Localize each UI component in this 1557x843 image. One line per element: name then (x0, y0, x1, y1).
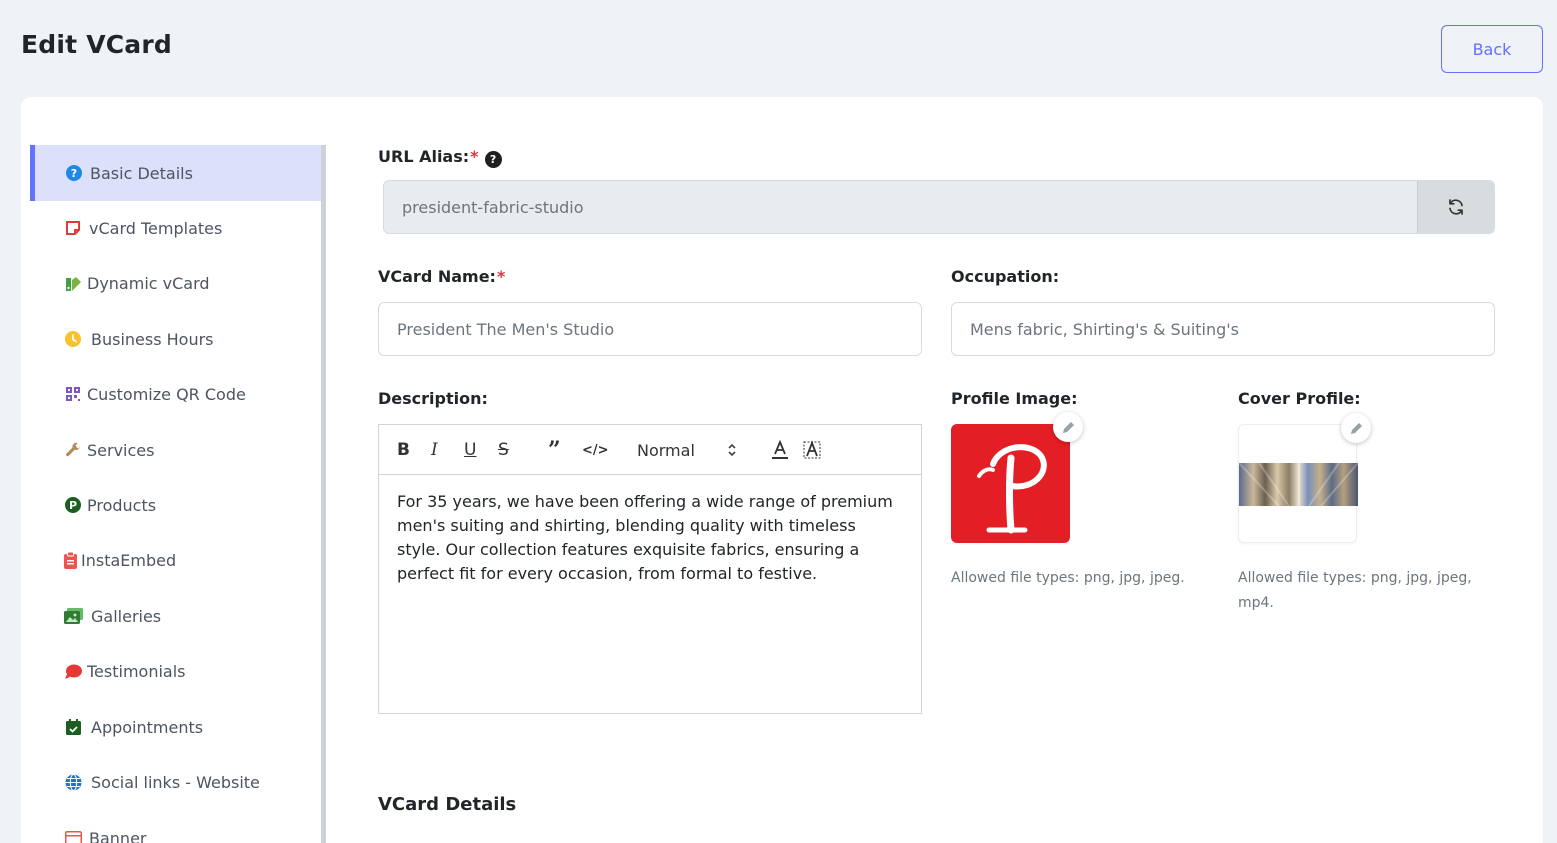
text-color-icon[interactable] (771, 437, 789, 463)
sidebar-item-instaembed[interactable]: InstaEmbed (30, 532, 321, 588)
required-asterisk: * (470, 147, 479, 166)
sidebar-item-label: vCard Templates (89, 218, 223, 238)
template-icon (63, 218, 83, 238)
code-icon[interactable]: </> (582, 437, 609, 463)
profile-image-label: Profile Image: (951, 389, 1078, 408)
sidebar-item-galleries[interactable]: Galleries (30, 588, 321, 644)
sidebar-item-social-links-website[interactable]: Social links - Website (30, 754, 321, 810)
sidebar-item-label: InstaEmbed (81, 550, 177, 570)
editor-toolbar: B I U S ” </> Normal (379, 425, 921, 475)
question-circle-icon: ? (64, 163, 84, 183)
url-alias-input[interactable]: president-fabric-studio (384, 181, 1417, 233)
sidebar-item-label: Banner (89, 828, 147, 843)
regenerate-alias-button[interactable] (1417, 181, 1494, 233)
sidebar-item-label: Business Hours (91, 329, 214, 349)
back-button[interactable]: Back (1441, 25, 1543, 73)
president-logo (977, 444, 1047, 534)
url-alias-label-text: URL Alias: (378, 147, 470, 166)
vcard-details-heading: VCard Details (378, 794, 517, 815)
vcard-name-input[interactable]: President The Men's Studio (378, 302, 922, 356)
format-select-value: Normal (637, 440, 695, 460)
url-alias-label: URL Alias: * ? (378, 145, 502, 168)
clipboard-icon (63, 550, 77, 570)
calendar-check-icon (63, 717, 83, 737)
product-p-icon: P (63, 495, 83, 515)
blockquote-icon[interactable]: ” (548, 437, 561, 463)
wrench-icon (63, 440, 83, 460)
sidebar-item-label: Appointments (91, 717, 204, 737)
description-text[interactable]: For 35 years, we have been offering a wi… (379, 475, 921, 601)
page-title: Edit VCard (21, 30, 172, 59)
occupation-label: Occupation: (951, 267, 1060, 286)
required-asterisk: * (496, 267, 506, 286)
occupation-input[interactable]: Mens fabric, Shirting's & Suiting's (951, 302, 1495, 356)
clock-icon (63, 329, 83, 349)
sidebar-item-banner[interactable]: Banner (30, 810, 321, 843)
sidebar-item-label: Galleries (91, 606, 162, 626)
description-editor: B I U S ” </> Normal For 35 years, we ha… (378, 424, 922, 714)
banner-icon (63, 828, 83, 843)
sidebar-item-label: Social links - Website (91, 772, 260, 792)
sidebar-item-label: Dynamic vCard (87, 273, 210, 293)
vcard-name-label: VCard Name: * (378, 267, 505, 286)
background-color-icon[interactable] (803, 437, 821, 463)
underline-icon[interactable]: U (464, 437, 476, 463)
strikethrough-icon[interactable]: S (498, 437, 509, 463)
format-select[interactable]: Normal (637, 437, 737, 463)
sidebar-item-label: Testimonials (87, 661, 186, 681)
select-arrows-icon (728, 443, 736, 457)
sidebar-item-dynamic-vcard[interactable]: Dynamic vCard (30, 255, 321, 311)
refresh-icon (1449, 199, 1463, 215)
cover-profile-preview[interactable] (1238, 413, 1371, 543)
sidebar-item-label: Customize QR Code (87, 384, 246, 404)
cover-profile-label: Cover Profile: (1238, 389, 1361, 408)
sidebar-item-label: Services (87, 440, 155, 460)
qr-code-icon (63, 384, 83, 404)
vcard-name-label-text: VCard Name: (378, 267, 496, 286)
sidebar-item-label: Basic Details (90, 163, 193, 183)
sidebar-item-testimonials[interactable]: Testimonials (30, 643, 321, 699)
url-alias-field: president-fabric-studio (383, 180, 1495, 234)
sidebar-item-appointments[interactable]: Appointments (30, 699, 321, 755)
svg-text:P: P (69, 499, 77, 512)
help-icon[interactable]: ? (484, 151, 502, 168)
sidebar-item-label: Products (87, 495, 157, 515)
description-label: Description: (378, 389, 488, 408)
svg-text:?: ? (71, 167, 77, 180)
sidebar-item-business-hours[interactable]: Business Hours (30, 311, 321, 367)
sidebar-item-services[interactable]: Services (30, 422, 321, 478)
edit-cover-profile-button[interactable] (1341, 413, 1371, 443)
dynamic-palette-icon (63, 273, 83, 293)
profile-image-preview[interactable] (951, 412, 1083, 543)
pencil-icon (1062, 421, 1074, 433)
pencil-icon (1350, 422, 1362, 434)
sidebar-item-products[interactable]: P Products (30, 477, 321, 533)
cover-profile-hint: Allowed file types: png, jpg, jpeg, mp4. (1238, 570, 1472, 611)
sidebar-item-customize-qr-code[interactable]: Customize QR Code (30, 366, 321, 422)
profile-image-hint: Allowed file types: png, jpg, jpeg. (951, 570, 1185, 586)
image-icon (63, 606, 83, 626)
globe-icon (63, 772, 83, 792)
comment-icon (63, 661, 83, 681)
sidebar-item-basic-details[interactable]: ? Basic Details (30, 145, 321, 201)
fabric-cover-image (1239, 463, 1358, 506)
sidebar-item-vcard-templates[interactable]: vCard Templates (30, 200, 321, 256)
edit-vcard-card: ? Basic Details vCard Templates Dynamic … (21, 97, 1543, 843)
sidebar: ? Basic Details vCard Templates Dynamic … (30, 145, 326, 843)
edit-profile-image-button[interactable] (1053, 412, 1083, 442)
italic-icon[interactable]: I (431, 437, 438, 463)
bold-icon[interactable]: B (397, 437, 410, 463)
